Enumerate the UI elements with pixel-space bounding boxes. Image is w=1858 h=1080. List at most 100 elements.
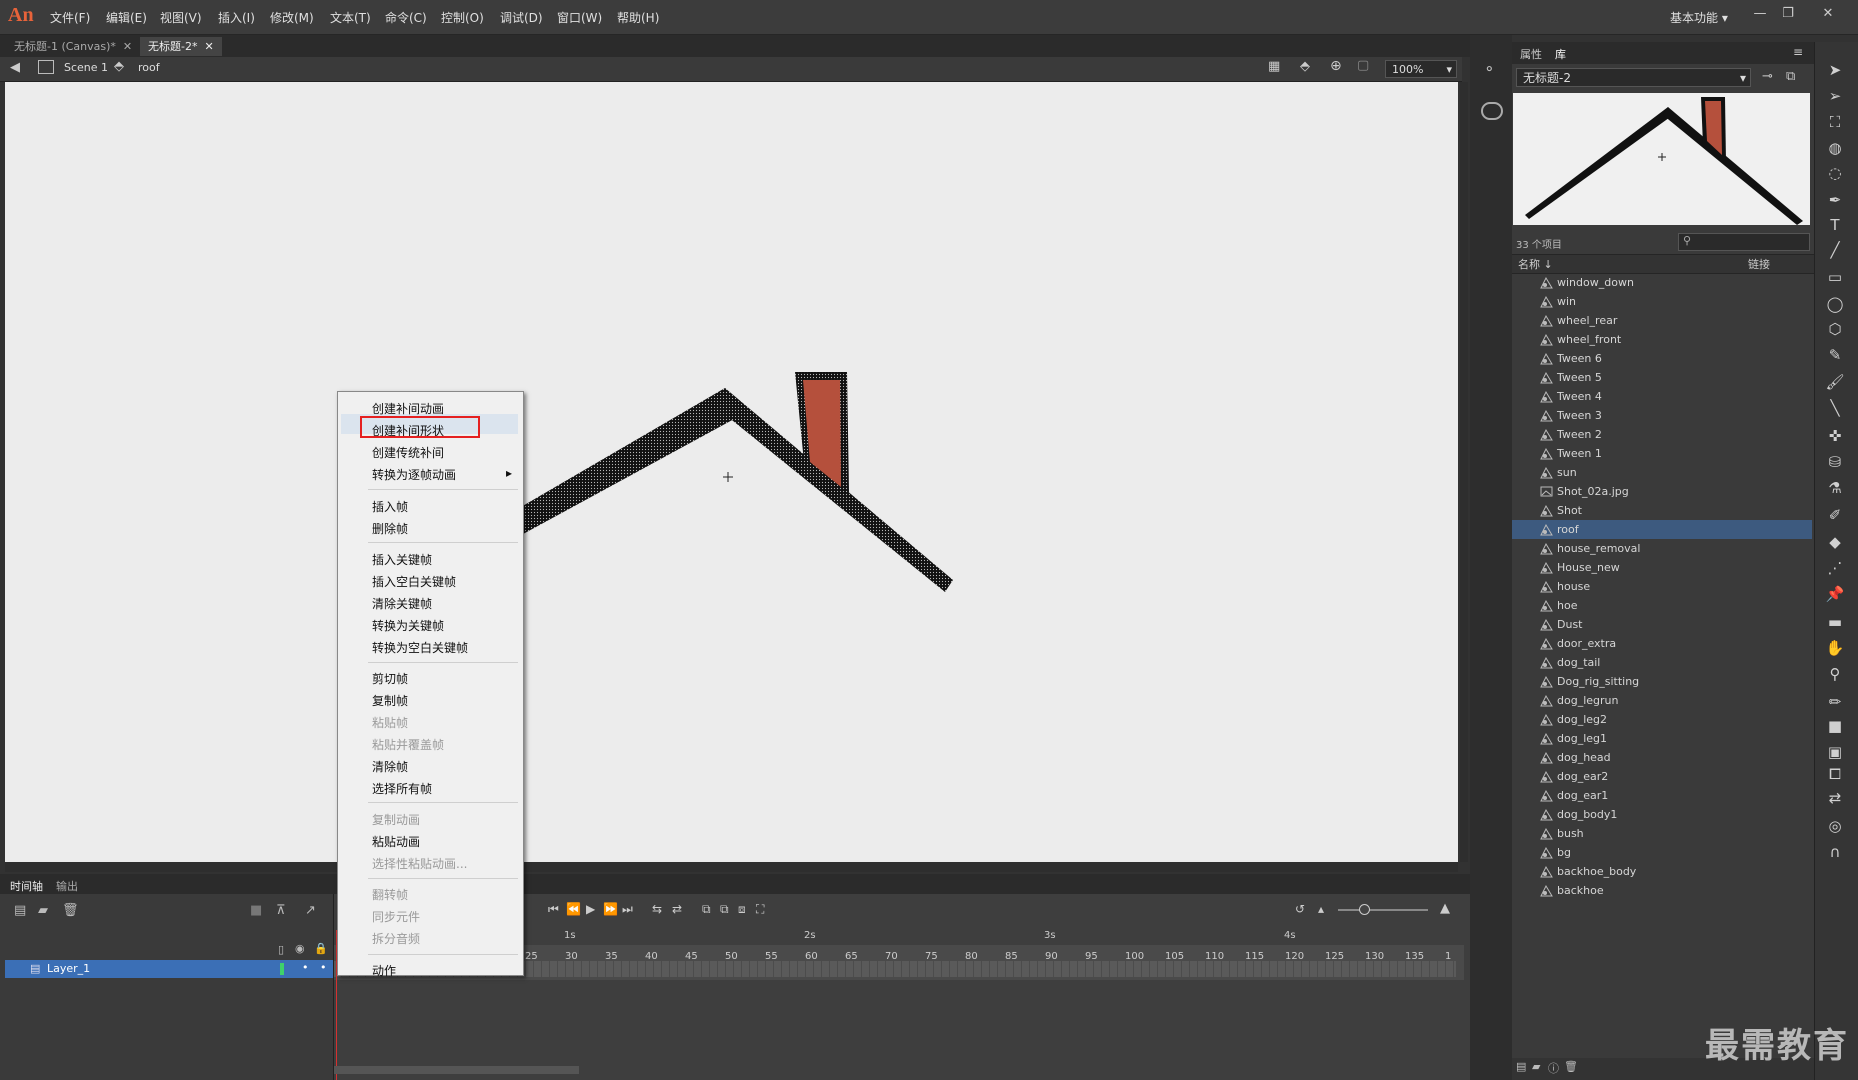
camera-snap-icon[interactable]: ◎ xyxy=(1824,816,1846,836)
column-linkage[interactable]: 链接 xyxy=(1748,256,1770,272)
menu-item-6[interactable]: 命令(C) xyxy=(385,9,427,26)
onion-outline-icon[interactable]: ⧉ xyxy=(720,902,729,917)
camera-icon[interactable]: ■ xyxy=(250,903,262,918)
library-item[interactable]: backhoe xyxy=(1512,881,1812,900)
menu-item-8[interactable]: 调试(D) xyxy=(500,9,543,26)
library-item[interactable]: Tween 1 xyxy=(1512,444,1812,463)
layer-lock-dot[interactable]: • xyxy=(320,961,327,974)
doc-tab-1[interactable]: 无标题-1 (Canvas)* ✕ xyxy=(6,37,140,56)
cc-libraries-icon[interactable] xyxy=(1481,102,1503,120)
lasso-icon[interactable]: ◌ xyxy=(1824,163,1846,183)
context-menu-item-18[interactable]: 粘贴动画 xyxy=(372,833,420,850)
minimize-icon[interactable]: — xyxy=(1750,6,1770,24)
subselection-tool-icon[interactable]: ➢ xyxy=(1824,86,1846,106)
first-frame-icon[interactable]: ⏮ xyxy=(548,902,559,917)
tab-output[interactable]: 输出 xyxy=(56,878,78,894)
library-item[interactable]: dog_ear1 xyxy=(1512,786,1812,805)
library-item[interactable]: Tween 6 xyxy=(1512,349,1812,368)
bone-tool-icon[interactable]: ✜ xyxy=(1824,426,1846,446)
context-menu-item-16[interactable]: 选择所有帧 xyxy=(372,780,432,797)
new-library-panel-icon[interactable]: ⧉ xyxy=(1786,69,1795,84)
library-item[interactable]: win xyxy=(1512,292,1812,311)
library-item[interactable]: bush xyxy=(1512,824,1812,843)
library-item[interactable]: Shot_02a.jpg xyxy=(1512,482,1812,501)
library-item[interactable]: dog_tail xyxy=(1512,653,1812,672)
menu-item-9[interactable]: 窗口(W) xyxy=(557,9,602,26)
library-item[interactable]: Tween 3 xyxy=(1512,406,1812,425)
menu-item-10[interactable]: 帮助(H) xyxy=(617,9,659,26)
back-arrow-icon[interactable]: ◀ xyxy=(10,60,20,75)
library-item[interactable]: wheel_rear xyxy=(1512,311,1812,330)
ink-bottle-icon[interactable]: ⚗ xyxy=(1824,478,1846,498)
new-folder-icon[interactable]: ▰ xyxy=(38,903,48,918)
symbol-breadcrumb[interactable]: roof xyxy=(138,61,160,74)
loop-icon[interactable]: ⇆ xyxy=(652,902,662,916)
layer-name[interactable]: Layer_1 xyxy=(47,962,90,975)
eye-icon[interactable]: ◉ xyxy=(295,942,305,955)
center-stage-icon[interactable]: ⊕ xyxy=(1330,58,1342,74)
zoom-out-frames-icon[interactable]: ▴ xyxy=(1318,902,1324,916)
close-icon[interactable]: ✕ xyxy=(1818,6,1838,24)
library-item[interactable]: dog_body1 xyxy=(1512,805,1812,824)
parenting-icon[interactable]: ⊼ xyxy=(276,903,286,918)
menu-item-5[interactable]: 文本(T) xyxy=(330,9,371,26)
frame-zoom-slider[interactable] xyxy=(1338,909,1428,911)
paint-brush-icon[interactable]: 🖌 xyxy=(1824,372,1846,392)
play-icon[interactable]: ▶ xyxy=(586,902,595,916)
context-menu-item-4[interactable]: 插入帧 xyxy=(372,498,408,515)
stage[interactable] xyxy=(5,82,1458,862)
pencil-icon[interactable]: ✎ xyxy=(1824,345,1846,365)
paint-bucket-icon[interactable]: ⛁ xyxy=(1824,452,1846,472)
library-item[interactable]: Tween 2 xyxy=(1512,425,1812,444)
pen-tool-icon[interactable]: ✒ xyxy=(1824,190,1846,210)
next-frame-icon[interactable]: ⏩ xyxy=(603,902,618,916)
menu-item-1[interactable]: 编辑(E) xyxy=(106,9,147,26)
camera-tool-icon[interactable]: ▬ xyxy=(1824,612,1846,632)
context-menu-item-8[interactable]: 清除关键帧 xyxy=(372,595,432,612)
new-layer-icon[interactable]: ▤ xyxy=(14,903,26,918)
stroke-color-icon[interactable]: ✏ xyxy=(1824,692,1846,712)
swap-colors-icon[interactable]: ⇄ xyxy=(1824,788,1846,808)
tab-properties[interactable]: 属性 xyxy=(1520,46,1542,62)
context-menu-item-15[interactable]: 清除帧 xyxy=(372,758,408,775)
brush-icon[interactable]: ╲ xyxy=(1824,398,1846,418)
maximize-icon[interactable]: ❐ xyxy=(1778,6,1798,24)
menu-item-4[interactable]: 修改(M) xyxy=(270,9,314,26)
tab-timeline[interactable]: 时间轴 xyxy=(10,878,43,894)
snap-icon[interactable]: ⧠ xyxy=(1824,764,1846,784)
library-item[interactable]: backhoe_body xyxy=(1512,862,1812,881)
pin-tool-icon[interactable]: 📌 xyxy=(1824,584,1846,604)
context-menu-item-7[interactable]: 插入空白关键帧 xyxy=(372,573,456,590)
library-item[interactable]: sun xyxy=(1512,463,1812,482)
hand-tool-icon[interactable]: ✋ xyxy=(1824,638,1846,658)
doc-tab-2[interactable]: 无标题-2* ✕ xyxy=(140,37,222,56)
timeline-scrollbar[interactable] xyxy=(334,1066,579,1074)
library-item[interactable]: dog_legrun xyxy=(1512,691,1812,710)
selection-tool-icon[interactable]: ➤ xyxy=(1824,60,1846,80)
magnet-icon[interactable]: ∩ xyxy=(1824,842,1846,862)
library-item[interactable]: Shot xyxy=(1512,501,1812,520)
fill-color-icon[interactable]: ■ xyxy=(1824,716,1846,736)
zoom-select[interactable]: 100% ▾ xyxy=(1385,60,1457,78)
last-frame-icon[interactable]: ⏭ xyxy=(622,902,633,917)
context-menu-item-2[interactable]: 创建传统补间 xyxy=(372,444,444,461)
library-item[interactable]: roof xyxy=(1512,520,1812,539)
library-search-input[interactable]: ⚲ xyxy=(1678,233,1810,251)
library-item[interactable]: door_extra xyxy=(1512,634,1812,653)
graph-icon[interactable]: ↗ xyxy=(305,903,316,918)
eraser-icon[interactable]: ◆ xyxy=(1824,532,1846,552)
delete-layer-icon[interactable]: 🗑 xyxy=(62,903,79,918)
pin-icon[interactable]: ⊸ xyxy=(1762,69,1773,84)
polystar-icon[interactable]: ⬡ xyxy=(1824,319,1846,339)
object-drawing-icon[interactable]: ▣ xyxy=(1824,742,1846,762)
edit-multiple-icon[interactable]: ⧈ xyxy=(738,902,746,917)
menu-item-3[interactable]: 插入(I) xyxy=(218,9,255,26)
library-item[interactable]: Dog_rig_sitting xyxy=(1512,672,1812,691)
library-item[interactable]: dog_ear2 xyxy=(1512,767,1812,786)
context-menu-item-6[interactable]: 插入关键帧 xyxy=(372,551,432,568)
menu-item-0[interactable]: 文件(F) xyxy=(50,9,90,26)
onion-markers-icon[interactable]: ⛶ xyxy=(756,902,764,917)
menu-item-2[interactable]: 视图(V) xyxy=(160,9,202,26)
onion-skin-icon[interactable]: ⧉ xyxy=(702,902,711,917)
lock-icon[interactable]: 🔒 xyxy=(314,942,328,955)
